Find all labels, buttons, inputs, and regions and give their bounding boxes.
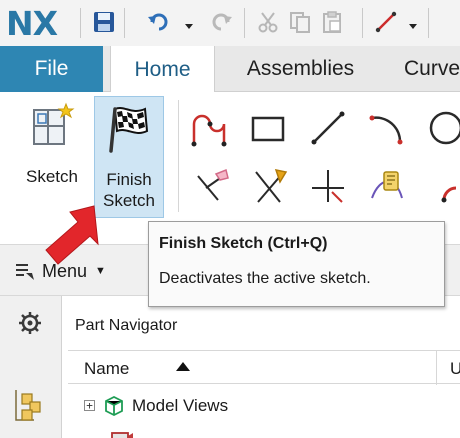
toolbar-divider — [244, 8, 245, 38]
column-divider[interactable] — [436, 351, 437, 385]
quick-extend-icon[interactable] — [250, 166, 290, 206]
circle-icon[interactable] — [424, 108, 460, 148]
tooltip-description: Deactivates the active sketch. — [159, 270, 371, 287]
rectangle-icon[interactable] — [248, 108, 288, 148]
tab-file[interactable]: File — [0, 46, 103, 92]
tree-row-label: Model Views — [132, 396, 229, 415]
fillet-icon[interactable] — [424, 166, 460, 206]
checkered-flag-icon — [103, 103, 155, 155]
sketch-label: Sketch — [26, 167, 78, 186]
menu-icon — [16, 264, 34, 280]
sort-ascending-icon — [176, 362, 190, 371]
callout-arrow-icon — [40, 198, 110, 270]
tab-assemblies[interactable]: Assemblies — [218, 46, 383, 92]
expand-toggle[interactable]: + — [84, 400, 95, 411]
line-icon[interactable] — [308, 108, 348, 148]
toolbar-divider — [428, 8, 429, 38]
toolbar-divider — [362, 8, 363, 38]
line-dropdown-caret-icon[interactable] — [408, 18, 418, 29]
navigator-title: Part Navigator — [75, 317, 178, 334]
tree-row-model-views[interactable]: + Model Views — [68, 391, 460, 421]
undo-dropdown-caret-icon[interactable] — [184, 18, 194, 29]
gear-icon[interactable] — [18, 311, 42, 335]
arc-icon[interactable] — [366, 108, 406, 148]
cut-icon[interactable] — [254, 8, 282, 36]
assembly-navigator-icon[interactable] — [12, 388, 46, 424]
make-corner-icon[interactable] — [308, 166, 348, 206]
tab-curve[interactable]: Curve — [392, 46, 460, 92]
camera-icon — [110, 427, 134, 438]
part-navigator: Part Navigator Name Up + Model Views — [62, 296, 460, 438]
resource-bar — [0, 296, 62, 438]
geometric-constraints-icon[interactable] — [366, 166, 406, 206]
finish-sketch-tooltip: Finish Sketch (Ctrl+Q) Deactivates the a… — [148, 221, 445, 307]
column-header-up[interactable]: Up — [450, 359, 460, 379]
tree-row-partial[interactable] — [68, 423, 460, 438]
model-views-icon — [102, 395, 126, 417]
quick-trim-icon[interactable] — [192, 166, 232, 206]
ribbon-divider — [178, 100, 179, 212]
navigator-column-header: Name Up — [68, 350, 460, 385]
sketch-icon — [28, 100, 76, 152]
line-tool-icon[interactable] — [372, 8, 400, 36]
toolbar-divider — [124, 8, 125, 38]
tab-home[interactable]: Home — [110, 46, 215, 94]
ribbon-tab-bar: File Home Assemblies Curve — [0, 46, 460, 94]
profile-icon[interactable] — [188, 108, 228, 148]
tooltip-title: Finish Sketch (Ctrl+Q) — [159, 235, 328, 252]
toolbar-divider — [80, 8, 81, 38]
undo-icon[interactable] — [144, 8, 172, 36]
nx-logo: NX — [6, 4, 58, 43]
copy-icon[interactable] — [286, 8, 314, 36]
paste-icon[interactable] — [318, 8, 346, 36]
save-icon[interactable] — [90, 8, 118, 36]
column-header-name[interactable]: Name — [84, 359, 129, 379]
redo-icon[interactable] — [208, 8, 236, 36]
quick-access-toolbar: NX — [0, 0, 460, 46]
